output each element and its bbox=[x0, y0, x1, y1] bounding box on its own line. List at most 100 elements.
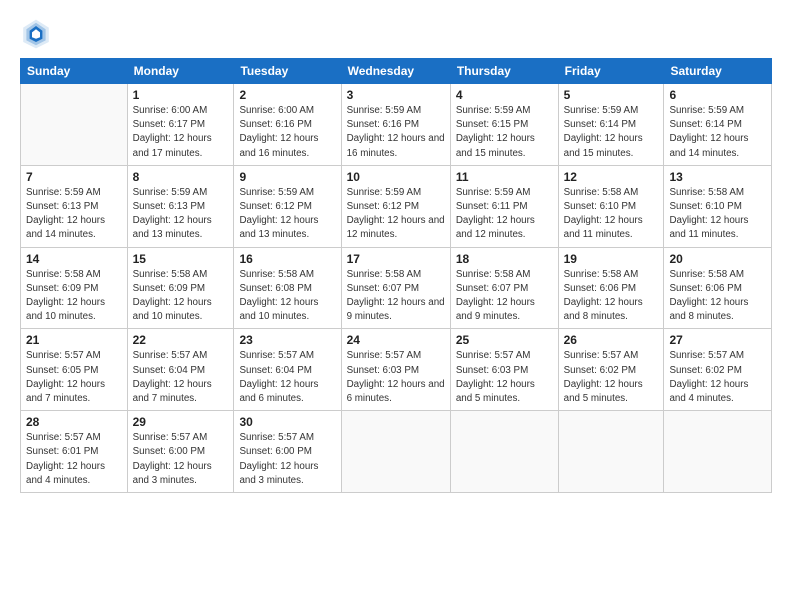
day-info: Sunrise: 5:58 AMSunset: 6:10 PMDaylight:… bbox=[564, 187, 643, 241]
day-number: 13 bbox=[669, 170, 766, 184]
day-number: 10 bbox=[347, 170, 445, 184]
calendar-cell: 25 Sunrise: 5:57 AMSunset: 6:03 PMDayligh… bbox=[450, 329, 558, 411]
day-info: Sunrise: 5:59 AMSunset: 6:13 PMDaylight:… bbox=[26, 187, 105, 241]
calendar-cell: 27 Sunrise: 5:57 AMSunset: 6:02 PMDayligh… bbox=[664, 329, 772, 411]
day-info: Sunrise: 5:57 AMSunset: 6:03 PMDaylight:… bbox=[456, 350, 535, 404]
day-number: 28 bbox=[26, 415, 122, 429]
day-info: Sunrise: 5:59 AMSunset: 6:16 PMDaylight:… bbox=[347, 105, 445, 159]
calendar-cell: 7 Sunrise: 5:59 AMSunset: 6:13 PMDaylight… bbox=[21, 165, 128, 247]
day-number: 29 bbox=[133, 415, 229, 429]
day-number: 8 bbox=[133, 170, 229, 184]
calendar-cell bbox=[664, 411, 772, 493]
day-number: 16 bbox=[239, 252, 335, 266]
day-number: 25 bbox=[456, 333, 553, 347]
day-number: 18 bbox=[456, 252, 553, 266]
column-header-monday: Monday bbox=[127, 59, 234, 84]
column-header-friday: Friday bbox=[558, 59, 664, 84]
calendar-cell: 29 Sunrise: 5:57 AMSunset: 6:00 PMDayligh… bbox=[127, 411, 234, 493]
calendar-cell: 28 Sunrise: 5:57 AMSunset: 6:01 PMDayligh… bbox=[21, 411, 128, 493]
day-info: Sunrise: 5:57 AMSunset: 6:00 PMDaylight:… bbox=[133, 432, 212, 486]
day-info: Sunrise: 5:58 AMSunset: 6:07 PMDaylight:… bbox=[347, 269, 445, 323]
calendar-cell: 1 Sunrise: 6:00 AMSunset: 6:17 PMDaylight… bbox=[127, 84, 234, 166]
day-info: Sunrise: 5:57 AMSunset: 6:01 PMDaylight:… bbox=[26, 432, 105, 486]
day-info: Sunrise: 5:58 AMSunset: 6:06 PMDaylight:… bbox=[669, 269, 748, 323]
day-number: 19 bbox=[564, 252, 659, 266]
day-info: Sunrise: 5:59 AMSunset: 6:12 PMDaylight:… bbox=[347, 187, 445, 241]
day-number: 9 bbox=[239, 170, 335, 184]
day-info: Sunrise: 5:57 AMSunset: 6:00 PMDaylight:… bbox=[239, 432, 318, 486]
column-header-thursday: Thursday bbox=[450, 59, 558, 84]
day-number: 23 bbox=[239, 333, 335, 347]
calendar-cell: 5Sunrise: 5:59 AMSunset: 6:14 PMDaylight… bbox=[558, 84, 664, 166]
calendar-cell: 14 Sunrise: 5:58 AMSunset: 6:09 PMDayligh… bbox=[21, 247, 128, 329]
day-number: 27 bbox=[669, 333, 766, 347]
day-info: Sunrise: 5:58 AMSunset: 6:09 PMDaylight:… bbox=[26, 269, 105, 323]
day-number: 3 bbox=[347, 88, 445, 102]
day-info: Sunrise: 5:59 AMSunset: 6:13 PMDaylight:… bbox=[133, 187, 212, 241]
day-number: 20 bbox=[669, 252, 766, 266]
day-number: 24 bbox=[347, 333, 445, 347]
calendar-cell: 17 Sunrise: 5:58 AMSunset: 6:07 PMDayligh… bbox=[341, 247, 450, 329]
day-number: 1 bbox=[133, 88, 229, 102]
day-info: Sunrise: 6:00 AMSunset: 6:16 PMDaylight:… bbox=[239, 105, 318, 159]
calendar-cell: 15 Sunrise: 5:58 AMSunset: 6:09 PMDayligh… bbox=[127, 247, 234, 329]
day-info: Sunrise: 5:58 AMSunset: 6:09 PMDaylight:… bbox=[133, 269, 212, 323]
day-info: Sunrise: 6:00 AMSunset: 6:17 PMDaylight:… bbox=[133, 105, 212, 159]
column-header-wednesday: Wednesday bbox=[341, 59, 450, 84]
calendar-cell: 9Sunrise: 5:59 AMSunset: 6:12 PMDaylight… bbox=[234, 165, 341, 247]
calendar-cell: 6Sunrise: 5:59 AMSunset: 6:14 PMDaylight… bbox=[664, 84, 772, 166]
day-info: Sunrise: 5:59 AMSunset: 6:11 PMDaylight:… bbox=[456, 187, 535, 241]
calendar-cell bbox=[558, 411, 664, 493]
day-number: 6 bbox=[669, 88, 766, 102]
day-info: Sunrise: 5:57 AMSunset: 6:04 PMDaylight:… bbox=[239, 350, 318, 404]
calendar-table: SundayMondayTuesdayWednesdayThursdayFrid… bbox=[20, 58, 772, 493]
calendar-week-3: 14 Sunrise: 5:58 AMSunset: 6:09 PMDayligh… bbox=[21, 247, 772, 329]
calendar-cell: 16 Sunrise: 5:58 AMSunset: 6:08 PMDayligh… bbox=[234, 247, 341, 329]
calendar-week-1: 1 Sunrise: 6:00 AMSunset: 6:17 PMDaylight… bbox=[21, 84, 772, 166]
calendar-cell: 20 Sunrise: 5:58 AMSunset: 6:06 PMDayligh… bbox=[664, 247, 772, 329]
calendar-cell: 8 Sunrise: 5:59 AMSunset: 6:13 PMDaylight… bbox=[127, 165, 234, 247]
calendar-cell: 26Sunrise: 5:57 AMSunset: 6:02 PMDayligh… bbox=[558, 329, 664, 411]
day-info: Sunrise: 5:58 AMSunset: 6:08 PMDaylight:… bbox=[239, 269, 318, 323]
day-number: 21 bbox=[26, 333, 122, 347]
day-number: 22 bbox=[133, 333, 229, 347]
day-info: Sunrise: 5:58 AMSunset: 6:10 PMDaylight:… bbox=[669, 187, 748, 241]
day-number: 15 bbox=[133, 252, 229, 266]
calendar-cell: 23 Sunrise: 5:57 AMSunset: 6:04 PMDayligh… bbox=[234, 329, 341, 411]
calendar-cell: 10 Sunrise: 5:59 AMSunset: 6:12 PMDayligh… bbox=[341, 165, 450, 247]
day-info: Sunrise: 5:57 AMSunset: 6:02 PMDaylight:… bbox=[669, 350, 748, 404]
day-info: Sunrise: 5:57 AMSunset: 6:05 PMDaylight:… bbox=[26, 350, 105, 404]
day-info: Sunrise: 5:59 AMSunset: 6:15 PMDaylight:… bbox=[456, 105, 535, 159]
day-number: 17 bbox=[347, 252, 445, 266]
column-header-sunday: Sunday bbox=[21, 59, 128, 84]
day-number: 4 bbox=[456, 88, 553, 102]
calendar-week-4: 21 Sunrise: 5:57 AMSunset: 6:05 PMDayligh… bbox=[21, 329, 772, 411]
calendar-cell: 18 Sunrise: 5:58 AMSunset: 6:07 PMDayligh… bbox=[450, 247, 558, 329]
calendar-cell: 2 Sunrise: 6:00 AMSunset: 6:16 PMDaylight… bbox=[234, 84, 341, 166]
day-info: Sunrise: 5:57 AMSunset: 6:04 PMDaylight:… bbox=[133, 350, 212, 404]
day-number: 7 bbox=[26, 170, 122, 184]
calendar-cell: 24Sunrise: 5:57 AMSunset: 6:03 PMDayligh… bbox=[341, 329, 450, 411]
page: SundayMondayTuesdayWednesdayThursdayFrid… bbox=[0, 0, 792, 612]
calendar-cell bbox=[341, 411, 450, 493]
calendar-cell bbox=[450, 411, 558, 493]
calendar-cell: 13 Sunrise: 5:58 AMSunset: 6:10 PMDayligh… bbox=[664, 165, 772, 247]
day-number: 12 bbox=[564, 170, 659, 184]
calendar-cell: 4 Sunrise: 5:59 AMSunset: 6:15 PMDaylight… bbox=[450, 84, 558, 166]
logo bbox=[20, 18, 56, 50]
calendar-cell: 30Sunrise: 5:57 AMSunset: 6:00 PMDayligh… bbox=[234, 411, 341, 493]
day-info: Sunrise: 5:58 AMSunset: 6:07 PMDaylight:… bbox=[456, 269, 535, 323]
calendar-cell: 21 Sunrise: 5:57 AMSunset: 6:05 PMDayligh… bbox=[21, 329, 128, 411]
day-number: 2 bbox=[239, 88, 335, 102]
calendar-cell bbox=[21, 84, 128, 166]
calendar-week-5: 28 Sunrise: 5:57 AMSunset: 6:01 PMDayligh… bbox=[21, 411, 772, 493]
column-header-tuesday: Tuesday bbox=[234, 59, 341, 84]
calendar-header-row: SundayMondayTuesdayWednesdayThursdayFrid… bbox=[21, 59, 772, 84]
calendar-week-2: 7 Sunrise: 5:59 AMSunset: 6:13 PMDaylight… bbox=[21, 165, 772, 247]
day-number: 14 bbox=[26, 252, 122, 266]
column-header-saturday: Saturday bbox=[664, 59, 772, 84]
calendar-cell: 19Sunrise: 5:58 AMSunset: 6:06 PMDayligh… bbox=[558, 247, 664, 329]
calendar-cell: 12 Sunrise: 5:58 AMSunset: 6:10 PMDayligh… bbox=[558, 165, 664, 247]
day-number: 26 bbox=[564, 333, 659, 347]
day-number: 11 bbox=[456, 170, 553, 184]
